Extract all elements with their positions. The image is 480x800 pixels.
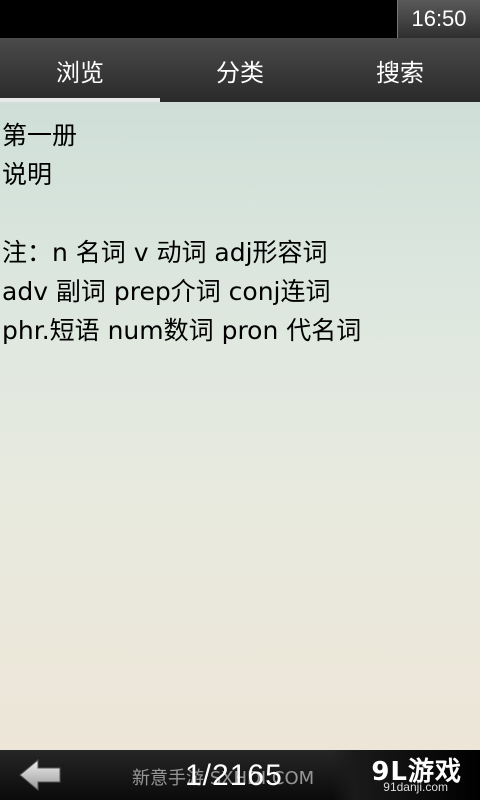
content-text: 第一册 说明 注：n 名词 v 动词 adj形容词 adv 副词 prep介词 … — [0, 102, 480, 350]
tab-search[interactable]: 搜索 — [320, 38, 480, 102]
content-line-book: 第一册 — [2, 121, 78, 150]
bottom-bar: 新意手游 SXHDI.COM 1/2165 9L游戏 91danji.com — [0, 750, 480, 800]
status-time: 16:50 — [397, 0, 480, 38]
content-line-blank — [2, 194, 480, 233]
status-bar: 16:50 — [0, 0, 480, 38]
tab-bar: 浏览 分类 搜索 — [0, 38, 480, 102]
tab-browse[interactable]: 浏览 — [0, 38, 160, 102]
content-line-3: phr.短语 num数词 pron 代名词 — [2, 316, 362, 345]
logo-domain: 91danji.com — [383, 780, 448, 794]
page-indicator: 1/2165 — [185, 759, 283, 792]
tab-category[interactable]: 分类 — [160, 38, 320, 102]
content-line-note-title: 说明 — [2, 160, 53, 189]
content-line-2: adv 副词 prep介词 conj连词 — [2, 277, 331, 306]
content-area: 第一册 说明 注：n 名词 v 动词 adj形容词 adv 副词 prep介词 … — [0, 102, 480, 750]
content-line-1: 注：n 名词 v 动词 adj形容词 — [2, 238, 328, 267]
back-arrow-icon[interactable] — [18, 758, 64, 792]
site-logo: 9L游戏 91danji.com — [332, 750, 480, 800]
